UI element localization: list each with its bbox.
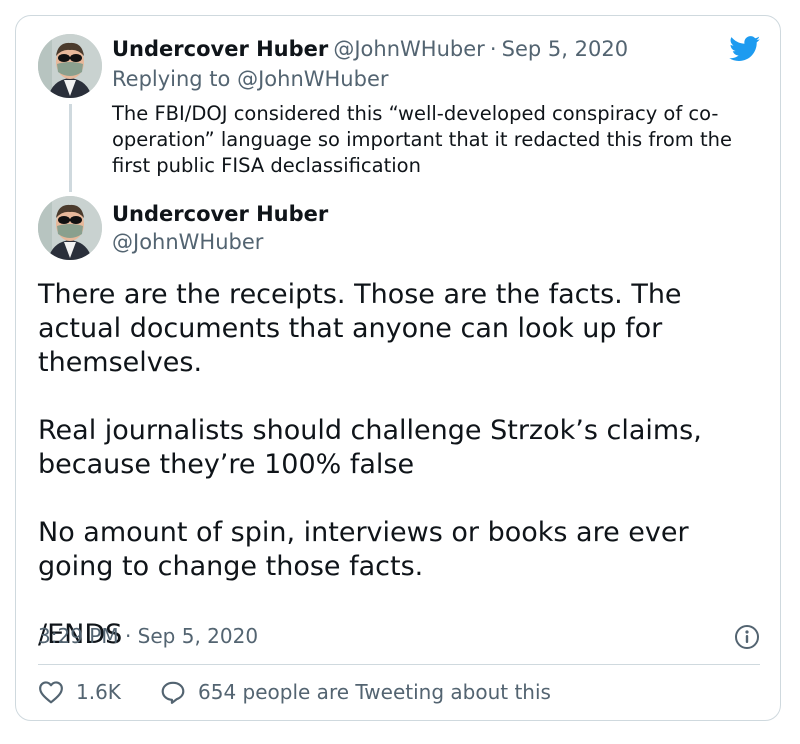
tweet-date[interactable]: Sep 5, 2020 <box>502 37 628 61</box>
tweet-timestamp[interactable]: 3:29 PM · Sep 5, 2020 <box>38 624 258 648</box>
quoted-tweet-header: Undercover Huber @JohnWHuber · Sep 5, 20… <box>112 37 628 61</box>
author-handle[interactable]: @JohnWHuber <box>333 37 484 61</box>
tweet-embed-card: Undercover Huber @JohnWHuber · Sep 5, 20… <box>15 15 781 721</box>
replying-to: Replying to @JohnWHuber <box>112 67 389 91</box>
like-button[interactable]: 1.6K <box>38 680 121 704</box>
tweet-time[interactable]: 3:29 PM <box>38 624 119 648</box>
tweet-paragraph: No amount of spin, interviews or books a… <box>38 517 689 582</box>
tweet-paragraph: Real journalists should challenge Strzok… <box>38 415 702 480</box>
info-icon[interactable] <box>734 624 760 654</box>
thread-connector-line <box>69 104 72 192</box>
avatar-image <box>38 196 102 260</box>
speech-bubble-icon-svg <box>161 681 185 704</box>
replying-prefix: Replying to <box>112 67 231 91</box>
tweet-body: There are the receipts. Those are the fa… <box>38 278 768 652</box>
author-handle[interactable]: @JohnWHuber <box>112 230 263 254</box>
author-name[interactable]: Undercover Huber <box>112 202 328 226</box>
quoted-tweet-text: The FBI/DOJ considered this “well-develo… <box>112 102 732 177</box>
replying-handle-link[interactable]: @JohnWHuber <box>237 67 388 91</box>
speech-bubble-icon <box>160 680 186 704</box>
twitter-bird-svg <box>729 36 761 61</box>
conversation-text: 654 people are Tweeting about this <box>198 680 551 704</box>
like-count: 1.6K <box>76 680 121 704</box>
tweet-date[interactable]: Sep 5, 2020 <box>138 624 258 648</box>
timestamp-separator: · <box>124 624 132 648</box>
twitter-bird-icon[interactable] <box>729 36 761 66</box>
header-separator: · <box>489 37 497 61</box>
heart-icon <box>38 680 64 704</box>
avatar[interactable] <box>38 34 102 98</box>
avatar-image <box>38 34 102 98</box>
conversation-link[interactable]: 654 people are Tweeting about this <box>160 680 551 704</box>
tweet-paragraph: There are the receipts. Those are the fa… <box>38 279 682 378</box>
info-icon-svg <box>735 625 759 649</box>
avatar[interactable] <box>38 196 102 260</box>
divider <box>38 664 760 665</box>
heart-icon-svg <box>39 681 63 704</box>
author-name[interactable]: Undercover Huber <box>112 37 328 61</box>
